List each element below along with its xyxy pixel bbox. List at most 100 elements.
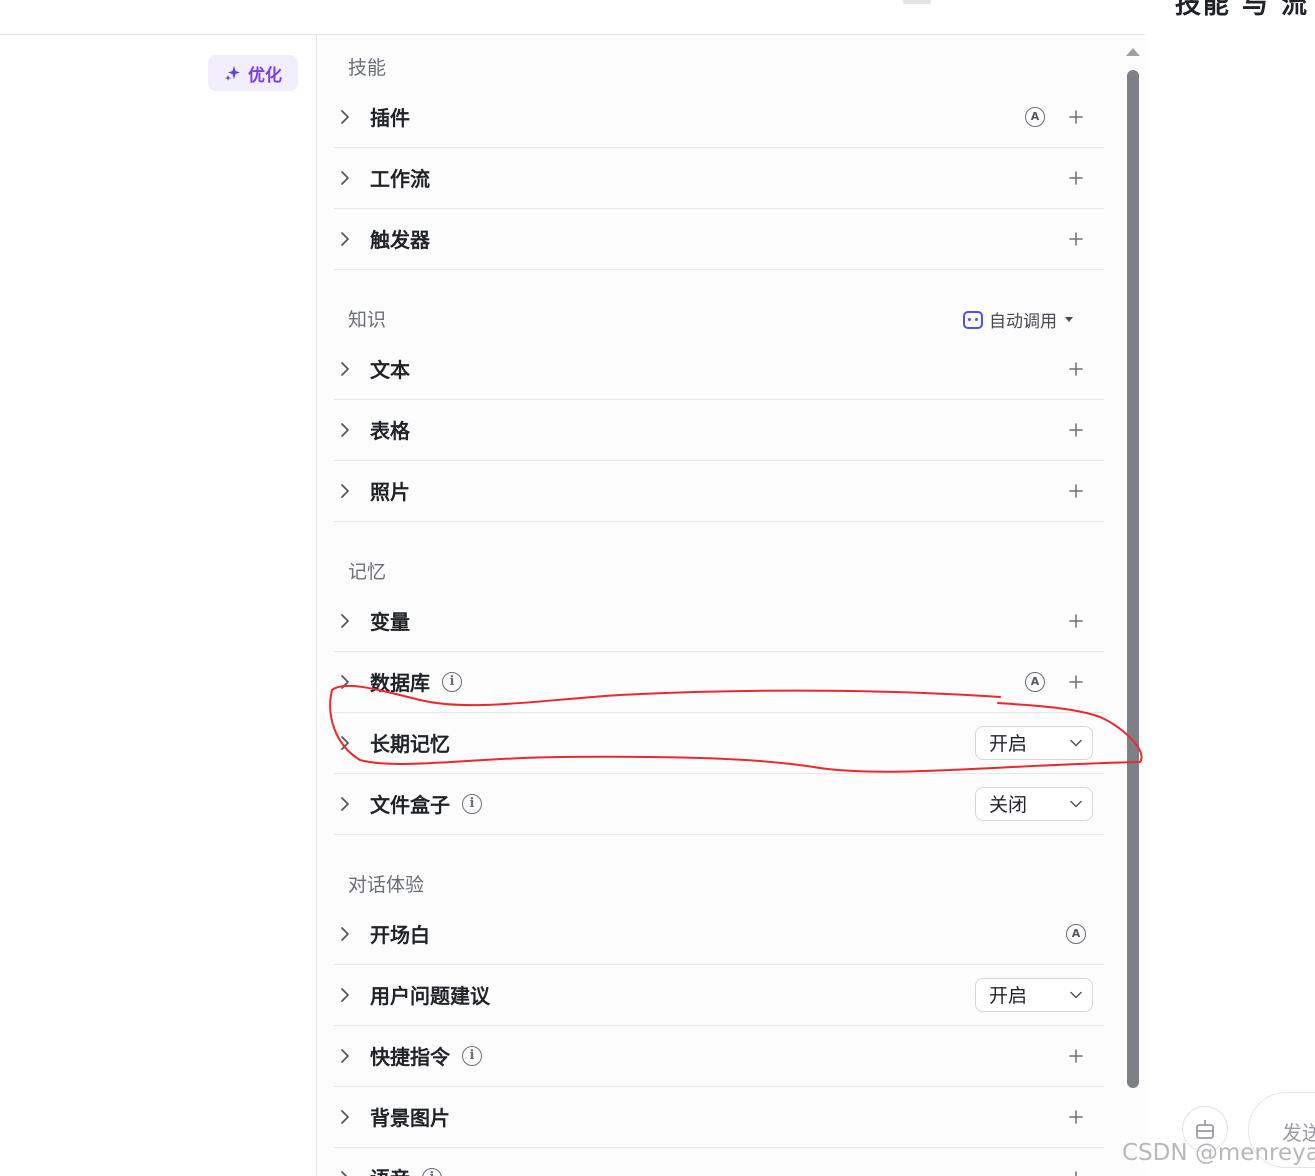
row-label: 开场白 bbox=[370, 923, 430, 947]
chevron-right-icon[interactable] bbox=[340, 735, 354, 750]
robot-icon bbox=[963, 310, 983, 329]
row-label: 背景图片 bbox=[370, 1106, 450, 1130]
add-button[interactable] bbox=[1064, 609, 1088, 633]
row-actions bbox=[1064, 460, 1104, 521]
row-label: 变量 bbox=[370, 610, 410, 634]
add-button[interactable] bbox=[1064, 105, 1088, 129]
info-icon[interactable]: i bbox=[462, 793, 482, 814]
top-bar-fragment bbox=[903, 0, 931, 4]
optimize-button[interactable]: 优化 bbox=[208, 55, 298, 91]
chevron-right-icon[interactable] bbox=[340, 422, 354, 437]
add-button[interactable] bbox=[1064, 1044, 1088, 1068]
chevron-right-icon[interactable] bbox=[340, 674, 354, 689]
watermark: CSDN @menreya bbox=[1122, 1140, 1315, 1166]
row-label: 插件 bbox=[370, 106, 410, 130]
select-value: 关闭 bbox=[989, 794, 1028, 816]
config-row[interactable]: 插件 A bbox=[334, 86, 1104, 148]
auto-a-icon[interactable]: A bbox=[1025, 106, 1045, 127]
info-icon[interactable]: i bbox=[462, 1045, 482, 1066]
select-value: 开启 bbox=[989, 985, 1028, 1007]
add-button[interactable] bbox=[1064, 1166, 1088, 1176]
chevron-right-icon[interactable] bbox=[340, 1109, 354, 1124]
debug-icon bbox=[1196, 1120, 1214, 1139]
row-label: 工作流 bbox=[370, 167, 430, 191]
plus-icon bbox=[1069, 361, 1083, 376]
info-icon[interactable]: i bbox=[442, 671, 462, 692]
add-button[interactable] bbox=[1064, 1105, 1088, 1129]
config-row[interactable]: 照片 bbox=[334, 460, 1104, 522]
auto-call-dropdown[interactable]: 自动调用 bbox=[963, 307, 1073, 332]
row-actions bbox=[1064, 147, 1104, 208]
section-title-knowledge: 知识 bbox=[348, 309, 387, 331]
caret-down-icon bbox=[1065, 317, 1073, 322]
toggle-select[interactable]: 关闭 bbox=[975, 786, 1093, 821]
auto-a-icon[interactable]: A bbox=[1066, 923, 1086, 944]
chevron-right-icon[interactable] bbox=[340, 483, 354, 498]
auto-call-label: 自动调用 bbox=[989, 312, 1057, 332]
plus-icon bbox=[1069, 1109, 1083, 1124]
row-actions bbox=[1064, 1086, 1104, 1147]
config-row[interactable]: 变量 bbox=[334, 590, 1104, 652]
select-value: 开启 bbox=[989, 733, 1028, 755]
config-row[interactable]: 文件盒子 i 关闭 bbox=[334, 773, 1104, 835]
scroll-up-arrow[interactable] bbox=[1126, 48, 1140, 56]
plus-icon bbox=[1069, 231, 1083, 246]
chevron-right-icon[interactable] bbox=[340, 1170, 354, 1176]
config-row[interactable]: 触发器 bbox=[334, 208, 1104, 270]
row-label: 文件盒子 bbox=[370, 793, 450, 817]
add-button[interactable] bbox=[1064, 670, 1088, 694]
chevron-right-icon[interactable] bbox=[340, 1048, 354, 1063]
section-title-dialog: 对话体验 bbox=[348, 874, 425, 896]
add-button[interactable] bbox=[1064, 479, 1088, 503]
config-row[interactable]: 文本 bbox=[334, 338, 1104, 400]
auto-a-icon[interactable]: A bbox=[1025, 671, 1045, 692]
config-row[interactable]: 开场白 A bbox=[334, 903, 1104, 965]
chevron-down-icon bbox=[1070, 800, 1082, 807]
optimize-label: 优化 bbox=[248, 65, 282, 86]
row-label: 快捷指令 bbox=[370, 1045, 450, 1069]
config-row[interactable]: 长期记忆 开启 bbox=[334, 712, 1104, 774]
config-row[interactable]: 数据库 i A bbox=[334, 651, 1104, 713]
chevron-right-icon[interactable] bbox=[340, 796, 354, 811]
chevron-right-icon[interactable] bbox=[340, 613, 354, 628]
plus-icon bbox=[1069, 170, 1083, 185]
chevron-right-icon[interactable] bbox=[340, 109, 354, 124]
toggle-select[interactable]: 开启 bbox=[975, 977, 1093, 1012]
toggle-select[interactable]: 开启 bbox=[975, 725, 1093, 760]
section-title-memory: 记忆 bbox=[348, 561, 387, 583]
info-icon[interactable]: i bbox=[422, 1167, 442, 1176]
add-button[interactable] bbox=[1064, 227, 1088, 251]
config-row[interactable]: 用户问题建议 开启 bbox=[334, 964, 1104, 1026]
prompt-pane bbox=[0, 35, 317, 1176]
row-actions: A bbox=[1066, 903, 1104, 964]
row-actions: 开启 bbox=[975, 712, 1104, 773]
row-actions bbox=[1064, 1025, 1104, 1086]
add-button[interactable] bbox=[1064, 357, 1088, 381]
row-label: 照片 bbox=[370, 480, 410, 504]
row-actions: 开启 bbox=[975, 964, 1104, 1025]
chevron-right-icon[interactable] bbox=[340, 987, 354, 1002]
chevron-right-icon[interactable] bbox=[340, 926, 354, 941]
config-row[interactable]: 快捷指令 i bbox=[334, 1025, 1104, 1087]
chevron-right-icon[interactable] bbox=[340, 170, 354, 185]
scrollbar-thumb[interactable] bbox=[1127, 70, 1139, 1088]
plus-icon bbox=[1069, 422, 1083, 437]
config-row[interactable]: 工作流 bbox=[334, 147, 1104, 209]
chevron-right-icon[interactable] bbox=[340, 231, 354, 246]
config-row[interactable]: 背景图片 bbox=[334, 1086, 1104, 1148]
skills-config-panel: 技能 插件 A 工作流 触发器 知识 自动调用 文本 表格 照片 记忆 变量 数据库 i A 长期… bbox=[317, 35, 1145, 1176]
row-actions: A bbox=[1025, 86, 1104, 147]
preview-pane: 技能 与 流 bbox=[1145, 0, 1315, 1176]
config-row[interactable]: 表格 bbox=[334, 399, 1104, 461]
row-label: 数据库 bbox=[370, 671, 430, 695]
top-bar bbox=[0, 0, 1145, 35]
row-label: 触发器 bbox=[370, 228, 430, 252]
add-button[interactable] bbox=[1064, 166, 1088, 190]
config-row[interactable]: 语音 i bbox=[334, 1147, 1104, 1176]
chevron-right-icon[interactable] bbox=[340, 361, 354, 376]
row-actions bbox=[1064, 399, 1104, 460]
row-label: 长期记忆 bbox=[370, 732, 450, 756]
row-label: 表格 bbox=[370, 419, 410, 443]
chevron-down-icon bbox=[1070, 991, 1082, 998]
add-button[interactable] bbox=[1064, 418, 1088, 442]
